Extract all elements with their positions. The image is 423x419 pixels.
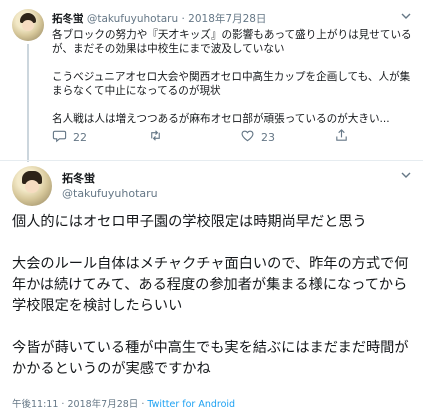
tweet-date[interactable]: 2018年7月28日: [67, 399, 138, 410]
tweet-meta: 午後11:11 · 2018年7月28日 · Twitter for Andro…: [12, 396, 235, 410]
separator: ·: [181, 13, 185, 25]
tweet-paragraph: こうべジュニアオセロ大会や関西オセロ中高生カップを企画しても、人が集まらなくて中…: [52, 71, 411, 97]
tweet-paragraph: 個人的にはオセロ甲子園の学校限定は時期尚早だと思う: [12, 214, 367, 230]
like-button[interactable]: 23: [240, 128, 275, 146]
avatar[interactable]: [12, 166, 52, 206]
share-button[interactable]: [334, 128, 355, 146]
retweet-icon: [148, 128, 163, 146]
tweet-actions: 22 23: [52, 128, 412, 146]
tweet-source-link[interactable]: Twitter for Android: [147, 399, 235, 410]
display-name[interactable]: 拓冬蛍: [62, 170, 95, 186]
reply-tweet[interactable]: 拓冬蛍 @takufuyuhotaru · 2018年7月28日 各ブロックの努…: [0, 0, 423, 158]
tweet-paragraph: 大会のルール自体はメチャクチャ面白いので、昨年の方式で何年かは続けてみて、ある程…: [12, 256, 409, 314]
chevron-down-icon[interactable]: [401, 11, 411, 24]
share-icon: [334, 128, 349, 146]
tweet-time[interactable]: 午後11:11: [12, 399, 58, 410]
handle[interactable]: @takufuyuhotaru: [62, 187, 158, 200]
like-count: 23: [261, 130, 275, 144]
tweet-date[interactable]: 2018年7月28日: [188, 13, 266, 25]
separator: ·: [141, 399, 145, 410]
reply-count: 22: [73, 130, 87, 144]
tweet-header: 拓冬蛍 @takufuyuhotaru · 2018年7月28日: [52, 11, 266, 26]
retweet-button[interactable]: [148, 128, 169, 146]
display-name[interactable]: 拓冬蛍: [52, 13, 84, 25]
separator: ·: [61, 399, 65, 410]
tweet-paragraph: 今皆が蒔いている種が中高生でも実を結ぶにはまだまだ時間がかかるというのが実感です…: [12, 340, 409, 377]
divider: [0, 160, 423, 161]
tweet-paragraph: 名人戦は人は増えつつあるが麻布オセロ部が頑張っているのが大きい...: [52, 113, 390, 125]
handle[interactable]: @takufuyuhotaru: [87, 13, 178, 25]
like-icon: [240, 128, 255, 146]
chevron-down-icon[interactable]: [401, 170, 411, 183]
tweet-paragraph: 各ブロックの努力や『天才キッズ』の影響もあって盛り上がりは見せているが、まだその…: [52, 29, 412, 55]
tweet-text: 個人的にはオセロ甲子園の学校限定は時期尚早だと思う 大会のルール自体はメチャクチ…: [12, 212, 414, 380]
reply-button[interactable]: 22: [52, 128, 87, 146]
avatar[interactable]: [12, 9, 44, 41]
reply-icon: [52, 128, 67, 146]
tweet-text: 各ブロックの努力や『天才キッズ』の影響もあって盛り上がりは見せているが、まだその…: [52, 28, 412, 140]
